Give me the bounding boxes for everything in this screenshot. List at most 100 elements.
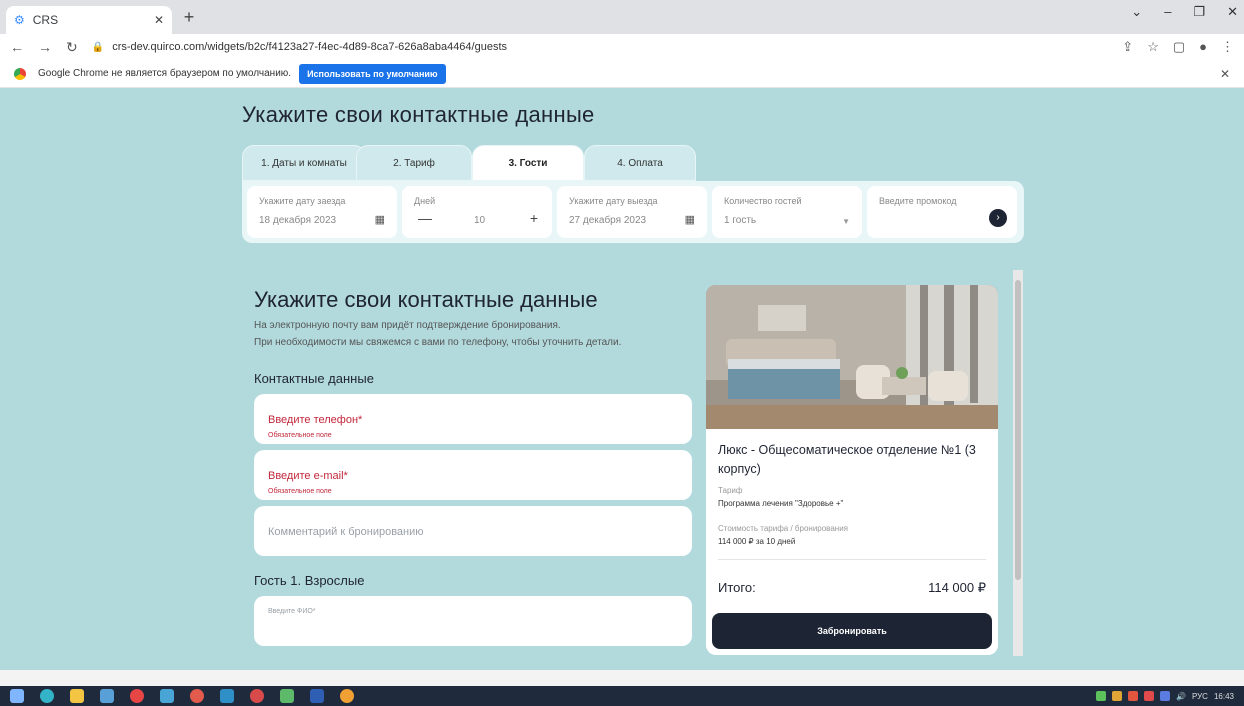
guests-value: 1 гость — [724, 215, 757, 226]
url-text: crs-dev.quirco.com/widgets/b2c/f4123a27-… — [112, 41, 508, 53]
email-field[interactable]: Введите e-mail* Обязательное поле — [254, 450, 692, 500]
fio-field[interactable]: Введите ФИО* — [254, 596, 692, 646]
infobar-text: Google Chrome не является браузером по у… — [38, 68, 292, 79]
promo-field[interactable]: Введите промокод › — [867, 186, 1017, 238]
bookmark-star-icon[interactable]: ☆ — [1147, 39, 1159, 55]
guest-heading: Гость 1. Взрослые — [254, 573, 365, 588]
lock-icon: 🔒 — [91, 41, 105, 53]
total-label: Итого: — [718, 580, 756, 595]
form-title: Укажите свои контактные данные — [254, 287, 598, 312]
divider — [718, 559, 986, 560]
calendar-icon[interactable]: ▦ — [375, 213, 385, 226]
url-field[interactable]: 🔒 crs-dev.quirco.com/widgets/b2c/f4123a2… — [92, 41, 1123, 53]
checkin-date-field[interactable]: Укажите дату заезда 18 декабря 2023 ▦ — [247, 186, 397, 238]
days-label: Дней — [414, 196, 436, 206]
room-card: Люкс - Общесоматическое отделение №1 (3 … — [706, 285, 998, 655]
menu-icon[interactable]: ⋮ — [1221, 39, 1234, 55]
fio-placeholder: Введите ФИО* — [268, 608, 316, 615]
window-controls: ⌄ – ❐ ✕ — [1131, 4, 1244, 20]
room-photo — [706, 285, 998, 429]
yandex-browser-icon[interactable] — [250, 689, 264, 703]
word-icon[interactable] — [310, 689, 324, 703]
plus-icon[interactable]: + — [530, 210, 538, 226]
store-icon[interactable] — [100, 689, 114, 703]
total-value: 114 000 ₽ — [928, 580, 986, 595]
tab-search-icon[interactable]: ⌄ — [1131, 4, 1142, 20]
form-desc-line1: На электронную почту вам придёт подтверж… — [254, 320, 561, 331]
browser-tab[interactable]: ⚙ CRS ✕ — [6, 6, 172, 34]
address-bar: ← → ↻ 🔒 crs-dev.quirco.com/widgets/b2c/f… — [0, 34, 1244, 60]
checkout-label: Укажите дату выезда — [569, 196, 658, 206]
minus-icon[interactable]: — — [418, 210, 432, 226]
checkin-value: 18 декабря 2023 — [259, 215, 337, 226]
tray-icon[interactable] — [1111, 691, 1122, 701]
back-icon[interactable]: ← — [10, 39, 24, 56]
tab-dates-rooms[interactable]: 1. Даты и комнаты — [242, 145, 366, 181]
guests-label: Количество гостей — [724, 196, 802, 206]
booking-filters: Укажите дату заезда 18 декабря 2023 ▦ Дн… — [242, 181, 1024, 243]
tab-guests[interactable]: 3. Гости — [472, 145, 584, 181]
promo-label: Введите промокод — [879, 196, 957, 206]
arrow-right-icon[interactable]: › — [989, 209, 1007, 227]
default-browser-infobar: Google Chrome не является браузером по у… — [0, 60, 1244, 88]
email-error: Обязательное поле — [268, 488, 332, 495]
telegram-icon[interactable] — [220, 689, 234, 703]
favicon-icon: ⚙ — [14, 13, 25, 27]
close-window-icon[interactable]: ✕ — [1227, 4, 1238, 20]
keyboard-lang[interactable]: РУС — [1192, 692, 1208, 701]
app-icon[interactable] — [280, 689, 294, 703]
tab-tariff[interactable]: 2. Тариф — [356, 145, 472, 181]
guests-select[interactable]: Количество гостей 1 гость ▼ — [712, 186, 862, 238]
chrome-logo-icon — [14, 67, 26, 80]
chevron-down-icon: ▼ — [842, 217, 850, 226]
app-icon[interactable] — [190, 689, 204, 703]
share-icon[interactable]: ⇪ — [1122, 39, 1133, 55]
page-title: Укажите свои контактные данные — [242, 102, 595, 127]
infobar-close-icon[interactable]: ✕ — [1220, 67, 1230, 81]
sidepanel-icon[interactable]: ▢ — [1173, 39, 1185, 55]
forward-icon[interactable]: → — [38, 39, 52, 56]
price-value: 114 000 ₽ за 10 дней — [718, 537, 796, 546]
yandex-icon[interactable] — [130, 689, 144, 703]
windows-taskbar: 🔊 РУС 16:43 — [0, 686, 1244, 706]
phone-field[interactable]: Введите телефон* Обязательное поле — [254, 394, 692, 444]
days-stepper[interactable]: Дней — 10 + — [402, 186, 552, 238]
comment-placeholder: Комментарий к бронированию — [268, 526, 424, 538]
tray-icon[interactable] — [1095, 691, 1106, 701]
checkin-label: Укажите дату заезда — [259, 196, 346, 206]
tariff-value: Программа лечения "Здоровье +" — [718, 499, 844, 508]
explorer-icon[interactable] — [70, 689, 84, 703]
tab-payment[interactable]: 4. Оплата — [584, 145, 696, 181]
price-label: Стоимость тарифа / бронирования — [718, 524, 849, 533]
profile-icon[interactable]: ● — [1199, 39, 1207, 55]
maximize-icon[interactable]: ❐ — [1193, 4, 1205, 20]
scrollbar-thumb[interactable] — [1015, 280, 1021, 580]
new-tab-button[interactable]: + — [178, 6, 200, 28]
tray-icon[interactable] — [1127, 691, 1138, 701]
calendar-icon[interactable]: ▦ — [685, 213, 695, 226]
phone-error: Обязательное поле — [268, 432, 332, 439]
scrollbar[interactable] — [1013, 270, 1023, 656]
contact-heading: Контактные данные — [254, 371, 374, 386]
set-default-button[interactable]: Использовать по умолчанию — [299, 63, 446, 84]
tab-title: CRS — [32, 13, 59, 27]
volume-icon[interactable]: 🔊 — [1176, 692, 1186, 701]
edge-icon[interactable] — [40, 689, 54, 703]
reload-icon[interactable]: ↻ — [66, 39, 78, 56]
tray-icon[interactable] — [1159, 691, 1170, 701]
comment-field[interactable]: Комментарий к бронированию — [254, 506, 692, 556]
phone-placeholder: Введите телефон* — [268, 414, 363, 426]
book-button[interactable]: Забронировать — [712, 613, 992, 649]
chrome-icon[interactable] — [340, 689, 354, 703]
checkout-date-field[interactable]: Укажите дату выезда 27 декабря 2023 ▦ — [557, 186, 707, 238]
checkout-value: 27 декабря 2023 — [569, 215, 647, 226]
minimize-icon[interactable]: – — [1164, 4, 1171, 20]
days-value: 10 — [474, 215, 486, 226]
start-icon[interactable] — [10, 689, 24, 703]
mail-icon[interactable] — [160, 689, 174, 703]
system-tray: 🔊 РУС 16:43 — [1095, 691, 1234, 701]
clock-time[interactable]: 16:43 — [1214, 692, 1234, 701]
close-tab-icon[interactable]: ✕ — [154, 13, 164, 27]
room-title: Люкс - Общесоматическое отделение №1 (3 … — [718, 443, 976, 476]
tray-icon[interactable] — [1143, 691, 1154, 701]
